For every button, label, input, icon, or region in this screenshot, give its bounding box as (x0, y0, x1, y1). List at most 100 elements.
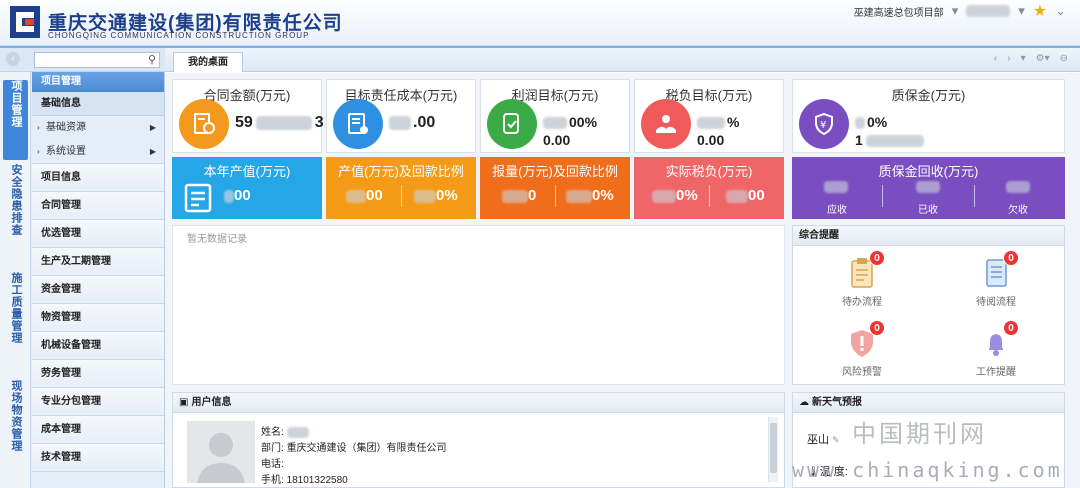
module-tabs: 项目管理 安全隐患排查 施工质量管理 现场物资管理 (0, 72, 31, 488)
menu-group-basic-info[interactable]: 基础信息 (32, 92, 164, 116)
menu-item[interactable]: 合同管理 (32, 192, 164, 220)
weather-header: ☁ 新天气预报 (793, 393, 1064, 413)
module-tab-material[interactable]: 现场物资管理 (3, 380, 28, 488)
edit-icon[interactable]: ✎ (832, 435, 840, 445)
module-tab-safety[interactable]: 安全隐患排查 (3, 164, 28, 276)
menu-child-label: 系统设置 (46, 146, 86, 157)
scrollbar[interactable] (768, 417, 778, 482)
output-card-collection[interactable]: 产值(万元)及回款比例 00 0% (326, 157, 476, 219)
reminders-panel: 综合提醒 0 待办流程 0 待阅流程 0 风险预警 0 工作提醒 (792, 225, 1065, 385)
reminder-label: 待阅流程 (976, 297, 1016, 308)
tab-strip: 我的桌面 ‹ › ▾ ⚙▾ ⊖ (165, 48, 1080, 72)
menu-title: 项目管理 (32, 72, 164, 92)
card-title: 本年产值(万元) (203, 164, 291, 179)
stat-value: % (697, 114, 739, 130)
tax-card-actual[interactable]: 实际税负(万元) 0% 00 (634, 157, 784, 219)
dropdown-icon[interactable]: ▾ (1021, 53, 1026, 64)
reminder-risk[interactable]: 0 风险预警 (817, 320, 907, 378)
stat-value-2: 0.00 (543, 132, 571, 148)
clipboard-icon: 0 (845, 250, 885, 290)
menu-item[interactable]: 技术管理 (32, 444, 164, 472)
card-value: 00 (224, 187, 251, 204)
divider (555, 185, 556, 207)
profit-icon (487, 99, 537, 149)
work-count-badge: 0 (1003, 320, 1019, 336)
reminder-todo[interactable]: 0 待办流程 (817, 250, 907, 308)
weather-title: 新天气预报 (812, 397, 862, 408)
tab-my-desktop[interactable]: 我的桌面 (173, 52, 243, 72)
risk-count-badge: 0 (869, 320, 885, 336)
module-tab-project[interactable]: 项目管理 (3, 80, 28, 160)
empty-records-text: 暂无数据记录 (187, 234, 247, 245)
contract-icon (179, 99, 229, 149)
card-value-tax: 0% (652, 187, 698, 204)
card-value-ratio: 0% (414, 187, 458, 204)
label-received: 已收 (918, 205, 938, 216)
project-name[interactable]: 巫建高速总包项目部 (854, 4, 944, 19)
reminder-label: 工作提醒 (976, 367, 1016, 378)
next-tab-icon[interactable]: › (1007, 53, 1010, 64)
menu-child-resources[interactable]: › 基础资源 ▶ (32, 116, 164, 140)
stat-value-2: 0.00 (697, 132, 725, 148)
search-icon[interactable]: ⚲ (148, 53, 156, 66)
bell-icon: 0 (979, 320, 1019, 360)
stat-card-warranty[interactable]: 质保金(万元) ¥ 0% 1 (792, 79, 1065, 153)
collapse-icon[interactable]: ‹ (6, 52, 20, 66)
search-input[interactable]: ⚲ (34, 52, 160, 68)
dropdown-icon[interactable]: ▾ (1018, 3, 1025, 19)
reminder-toread[interactable]: 0 待阅流程 (951, 250, 1041, 308)
stat-card-profit[interactable]: 利润目标(万元) 00% 0.00 (480, 79, 630, 153)
user-info-title: 用户信息 (191, 397, 232, 408)
app: 重庆交通建设(集团)有限责任公司 CHONGQING COMMUNICATION… (0, 0, 1080, 488)
shield-icon: ¥ (799, 99, 849, 149)
value-received (916, 181, 940, 193)
report-card-collection[interactable]: 报量(万元)及回款比例 0 0% (480, 157, 630, 219)
stat-card-cost[interactable]: 目标责任成本(万元) .00 (326, 79, 476, 153)
menu-item[interactable]: 成本管理 (32, 416, 164, 444)
tax-icon (641, 99, 691, 149)
warranty-recovery-card[interactable]: 质保金回收(万元) 应收 已收 欠收 (792, 157, 1065, 219)
menu-item[interactable]: 资金管理 (32, 276, 164, 304)
menu-item[interactable]: 生产及工期管理 (32, 248, 164, 276)
value-owed (1006, 181, 1030, 193)
scrollbar-thumb[interactable] (770, 423, 777, 473)
module-tab-quality[interactable]: 施工质量管理 (3, 272, 28, 384)
menu-item[interactable]: 优选管理 (32, 220, 164, 248)
divider (401, 185, 402, 207)
dropdown-icon[interactable]: ▾ (952, 3, 959, 19)
card-value-tax-2: 00 (726, 187, 765, 204)
chevron-right-icon: › (37, 147, 40, 156)
document-icon (184, 183, 212, 213)
menu-item[interactable]: 项目信息 (32, 164, 164, 192)
stat-value-2: 1 (855, 132, 924, 148)
close-icon[interactable]: ⊖ (1060, 53, 1068, 64)
reminder-work[interactable]: 0 工作提醒 (951, 320, 1041, 378)
document-icon: 0 (979, 250, 1019, 290)
weather-city: 巫山 ✎ (807, 434, 840, 446)
user-info-panel: ▣ 用户信息 姓名: 部门: 重庆交通建设（集团）有限责任公司 电话: 手机: 1… (172, 392, 785, 488)
stat-value: 0% (855, 114, 887, 130)
menu-item[interactable]: 专业分包管理 (32, 388, 164, 416)
stat-card-contract[interactable]: 合同金额(万元) 59 3 (172, 79, 324, 153)
weather-panel: ☁ 新天气预报 巫山 ✎ 🌡温 度: (792, 392, 1065, 488)
stat-card-tax[interactable]: 税负目标(万元) % 0.00 (634, 79, 784, 153)
stat-value: .00 (389, 114, 435, 132)
desktop: 合同金额(万元) 59 3 目标责任成本(万元) .00 利润目标(万元) 00%… (165, 73, 1080, 488)
star-icon[interactable]: ★ (1033, 1, 1047, 21)
toread-count-badge: 0 (1003, 250, 1019, 266)
sidebar-toolbar: ‹ ⚲ (0, 48, 165, 72)
user-icon: ▣ (179, 397, 189, 408)
user-name[interactable] (966, 5, 1011, 17)
menu-item[interactable]: 机械设备管理 (32, 332, 164, 360)
menu-item[interactable]: 物资管理 (32, 304, 164, 332)
gear-icon[interactable]: ⚙▾ (1036, 53, 1050, 64)
warning-shield-icon: 0 (845, 320, 885, 360)
menu-item[interactable]: 劳务管理 (32, 360, 164, 388)
label-owed: 欠收 (1008, 205, 1028, 216)
prev-tab-icon[interactable]: ‹ (994, 53, 997, 64)
output-card-annual[interactable]: 本年产值(万元) 00 (172, 157, 322, 219)
chevron-down-icon[interactable]: ⌄ (1055, 3, 1066, 19)
menu-child-settings[interactable]: › 系统设置 ▶ (32, 140, 164, 164)
value-receivable (824, 181, 848, 193)
header-right: 巫建高速总包项目部 ▾ ▾ ★ ⌄ (854, 2, 1066, 20)
